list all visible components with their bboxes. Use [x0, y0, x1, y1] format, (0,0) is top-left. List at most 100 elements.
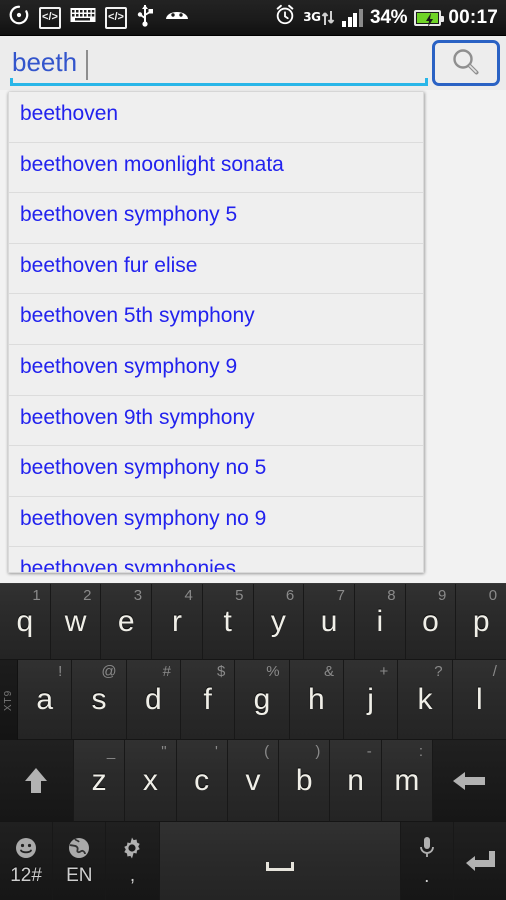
key-label: v — [245, 763, 261, 797]
key-s[interactable]: @ s — [72, 660, 127, 740]
key-d[interactable]: # d — [126, 660, 181, 740]
developer-code-icon-2: </> — [105, 6, 127, 29]
key-p[interactable]: 0p — [456, 584, 506, 660]
space-key[interactable] — [159, 822, 401, 900]
key-label: q — [16, 604, 34, 638]
key-x[interactable]: " x — [125, 740, 177, 822]
key-label: g — [253, 682, 271, 716]
key-label: j — [367, 682, 374, 716]
key-label: b — [295, 763, 313, 797]
voice-input-key[interactable]: . — [400, 822, 454, 900]
key-hint: ! — [58, 663, 63, 680]
key-label: y — [270, 604, 286, 638]
list-item[interactable]: beethoven symphony 9 — [9, 344, 423, 396]
key-k[interactable]: ? k — [398, 660, 453, 740]
key-m[interactable]: :m — [381, 740, 434, 822]
key-w[interactable]: 2w — [50, 584, 102, 660]
list-item[interactable]: beethoven symphony 5 — [9, 193, 423, 244]
key-label: x — [142, 763, 158, 797]
key-e[interactable]: 3e — [101, 584, 153, 660]
enter-key[interactable] — [453, 822, 506, 900]
key-label: f — [203, 682, 212, 716]
list-item[interactable]: beethoven moonlight sonata — [9, 142, 423, 194]
key-label: t — [223, 604, 232, 638]
alarm-clock-icon — [274, 4, 296, 31]
key-g[interactable]: % g — [235, 660, 290, 740]
gear-icon — [120, 836, 144, 864]
key-label: e — [117, 604, 135, 638]
globe-icon — [67, 836, 91, 864]
key-f[interactable]: $ f — [180, 660, 236, 740]
key-i[interactable]: 8i — [354, 584, 406, 660]
key-hint: ( — [264, 743, 270, 760]
on-screen-keyboard[interactable]: 1q 2w 3e 4r 5t 6y 7u 8i 9o 0p XT9 ! a @ s … — [0, 583, 506, 900]
xt9-indicator: XT9 — [0, 660, 18, 740]
list-item[interactable]: beethoven 5th symphony — [9, 294, 423, 345]
key-label: w — [64, 604, 87, 638]
key-hint: " — [161, 743, 167, 760]
key-t[interactable]: 5t — [202, 584, 254, 660]
key-v[interactable]: (v — [227, 740, 280, 822]
key-h[interactable]: & h — [289, 660, 344, 740]
key-j[interactable]: + j — [343, 660, 399, 740]
battery-percent-label: 34% — [369, 6, 408, 28]
microphone-icon — [417, 835, 437, 865]
key-hint: $ — [216, 663, 226, 680]
key-hint: 5 — [235, 587, 244, 604]
key-label: p — [472, 604, 490, 638]
search-button[interactable] — [432, 40, 500, 86]
key-hint: 3 — [133, 587, 143, 604]
backspace-arrow-icon — [453, 771, 486, 790]
status-bar-left-icons: </> </> — [0, 3, 191, 32]
keyboard-row-4: 12# EN , . — [0, 822, 506, 900]
shift-key[interactable] — [0, 740, 74, 822]
spacebar-indicator — [265, 861, 294, 871]
list-item[interactable]: beethoven symphony no 5 — [9, 446, 423, 497]
key-label: a — [36, 682, 53, 716]
list-item[interactable]: beethoven — [9, 92, 423, 143]
xt9-label: XT9 — [3, 689, 14, 711]
developer-code-icon: </> — [39, 6, 61, 29]
key-hint: 6 — [285, 587, 295, 604]
key-b[interactable]: ) b — [279, 740, 331, 822]
key-hint: + — [379, 663, 389, 680]
key-hint: 4 — [184, 587, 193, 604]
key-z[interactable]: _ z — [73, 740, 126, 822]
key-r[interactable]: 4r — [152, 584, 203, 660]
key-hint: 7 — [336, 587, 345, 604]
key-q[interactable]: 1q — [0, 584, 51, 660]
search-bar — [0, 36, 506, 90]
search-field-wrapper — [10, 42, 428, 86]
language-switch-key[interactable]: EN — [53, 822, 107, 900]
keyboard-row-2: XT9 ! a @ s # d $ f % g & h + j ? k / l — [0, 660, 506, 740]
network-type-label: 3G — [303, 10, 321, 24]
key-hint: & — [323, 663, 334, 680]
search-suggestions-dropdown[interactable]: beethoven beethoven moonlight sonata bee… — [8, 92, 424, 573]
backspace-key[interactable] — [433, 740, 506, 822]
emoji-symbols-key[interactable]: 12# — [0, 822, 54, 900]
key-label: k — [417, 682, 433, 716]
key-y[interactable]: 6y — [253, 584, 305, 660]
key-label: m — [394, 763, 420, 797]
key-l[interactable]: / l — [452, 660, 506, 740]
key-hint: ? — [434, 663, 443, 680]
key-label: s — [91, 682, 107, 716]
key-n[interactable]: -n — [330, 740, 382, 822]
key-u[interactable]: 7u — [304, 584, 355, 660]
key-c[interactable]: ' c — [176, 740, 228, 822]
list-item[interactable]: beethoven fur elise — [9, 243, 423, 295]
list-item[interactable]: beethoven symphony no 9 — [9, 496, 423, 548]
key-a[interactable]: ! a — [18, 660, 73, 740]
list-item[interactable]: beethoven symphonies — [9, 547, 423, 572]
android-screen: </> </> 3G 34% 00:17 beeth beethoven bee… — [0, 0, 506, 900]
key-o[interactable]: 9o — [405, 584, 457, 660]
search-input[interactable] — [10, 42, 428, 82]
list-item[interactable]: beethoven 9th symphony — [9, 395, 423, 447]
symbols-label: 12# — [10, 865, 42, 886]
settings-comma-key[interactable]: , — [106, 822, 160, 900]
key-hint: - — [366, 743, 372, 760]
key-label: z — [91, 763, 107, 797]
battery-charging-icon — [414, 9, 445, 27]
key-hint: _ — [106, 743, 116, 760]
key-hint: ) — [315, 743, 321, 760]
